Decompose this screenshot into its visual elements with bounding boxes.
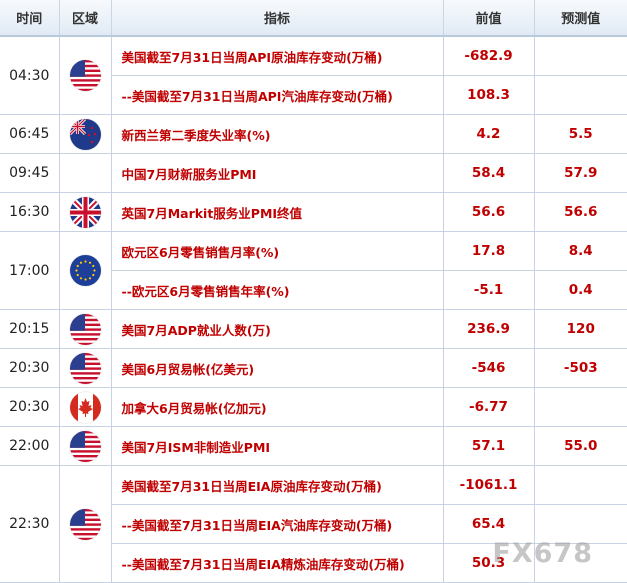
prev-value-cell: 108.3 bbox=[443, 75, 535, 115]
table-row: 17:00 欧元区6月零售销售月率(%) 17.8 8.4 bbox=[0, 231, 627, 310]
forecast-value-cell bbox=[534, 465, 627, 505]
time-cell: 20:30 bbox=[0, 348, 60, 388]
us-flag-icon bbox=[69, 508, 101, 540]
table-row: 22:00 美国7月ISM非制造业PMI 57.1 55.0 bbox=[0, 426, 627, 466]
table-row: 20:30 美国6月贸易帐(亿美元) -546 -503 bbox=[0, 348, 627, 388]
forecast-value-cell: 57.9 bbox=[534, 153, 627, 193]
header-time: 时间 bbox=[0, 0, 60, 37]
region-cell bbox=[59, 309, 112, 349]
forecast-value-cell: 56.6 bbox=[534, 192, 627, 232]
eu-flag-icon bbox=[69, 255, 101, 286]
time-cell: 16:30 bbox=[0, 192, 60, 232]
forecast-value-cell: 55.0 bbox=[534, 426, 627, 466]
time-cell: 17:00 bbox=[0, 231, 60, 310]
prev-value-cell: -546 bbox=[443, 348, 535, 388]
region-cell bbox=[59, 36, 112, 115]
prev-value-cell: 57.1 bbox=[443, 426, 535, 466]
prev-value-cell: -5.1 bbox=[443, 270, 535, 310]
table-row: 04:30 美国截至7月31日当周API原油库存变动(万桶) -682.9 bbox=[0, 36, 627, 115]
region-cell bbox=[59, 465, 112, 583]
indicator-cell: 美国6月贸易帐(亿美元) bbox=[111, 348, 444, 388]
prev-value-cell: 56.6 bbox=[443, 192, 535, 232]
header-prev: 前值 bbox=[443, 0, 535, 37]
time-cell: 06:45 bbox=[0, 114, 60, 154]
table-row: 06:45 新西兰第二季度失业率(%) 4.2 5.5 bbox=[0, 114, 627, 154]
time-cell: 20:30 bbox=[0, 387, 60, 427]
prev-value-cell: -1061.1 bbox=[443, 465, 535, 505]
indicator-cell: 美国截至7月31日当周EIA原油库存变动(万桶) bbox=[111, 465, 444, 505]
indicator-cell: 美国7月ADP就业人数(万) bbox=[111, 309, 444, 349]
forecast-value-cell bbox=[534, 36, 627, 76]
forecast-value-cell bbox=[534, 75, 627, 115]
table-row: 20:15 美国7月ADP就业人数(万) 236.9 120 bbox=[0, 309, 627, 349]
indicator-cell: --美国截至7月31日当周EIA汽油库存变动(万桶) bbox=[111, 504, 444, 544]
us-flag-icon bbox=[69, 430, 101, 462]
time-cell: 20:15 bbox=[0, 309, 60, 349]
prev-value-cell: -682.9 bbox=[443, 36, 535, 76]
indicator-cell: 美国7月ISM非制造业PMI bbox=[111, 426, 444, 466]
forecast-value-cell: 0.4 bbox=[534, 270, 627, 310]
header-forecast: 预测值 bbox=[534, 0, 627, 37]
prev-value-cell: 58.4 bbox=[443, 153, 535, 193]
table-row: 20:30 加拿大6月贸易帐(亿加元) -6.77 bbox=[0, 387, 627, 427]
region-cell bbox=[59, 153, 112, 193]
ca-flag-icon bbox=[69, 391, 101, 423]
indicator-cell: 欧元区6月零售销售月率(%) bbox=[111, 231, 444, 271]
indicator-cell: 英国7月Markit服务业PMI终值 bbox=[111, 192, 444, 232]
header-indicator: 指标 bbox=[111, 0, 444, 37]
us-flag-icon bbox=[69, 60, 101, 91]
time-cell: 22:30 bbox=[0, 465, 60, 583]
time-cell: 22:00 bbox=[0, 426, 60, 466]
watermark-logo: FX678 bbox=[492, 538, 593, 569]
region-cell bbox=[59, 426, 112, 466]
forecast-value-cell: 5.5 bbox=[534, 114, 627, 154]
prev-value-cell: 4.2 bbox=[443, 114, 535, 154]
time-cell: 04:30 bbox=[0, 36, 60, 115]
forecast-value-cell: 120 bbox=[534, 309, 627, 349]
economic-calendar-table: 时间 区域 指标 前值 预测值 04:30 美国截至7月31日当周API原油库存变… bbox=[0, 0, 627, 583]
table-body: 04:30 美国截至7月31日当周API原油库存变动(万桶) -682.9 --美国截… bbox=[0, 36, 627, 583]
nz-flag-icon bbox=[69, 118, 101, 150]
indicator-cell: 中国7月财新服务业PMI bbox=[111, 153, 444, 193]
indicator-cell: 美国截至7月31日当周API原油库存变动(万桶) bbox=[111, 36, 444, 76]
forecast-value-cell: -503 bbox=[534, 348, 627, 388]
forecast-value-cell: 8.4 bbox=[534, 231, 627, 271]
indicator-cell: 新西兰第二季度失业率(%) bbox=[111, 114, 444, 154]
forecast-value-cell bbox=[534, 387, 627, 427]
header-row: 时间 区域 指标 前值 预测值 bbox=[0, 0, 627, 37]
indicator-cell: --美国截至7月31日当周EIA精炼油库存变动(万桶) bbox=[111, 543, 444, 583]
calendar-page: 时间 区域 指标 前值 预测值 04:30 美国截至7月31日当周API原油库存变… bbox=[0, 0, 627, 583]
table-row: 16:30 英国7月Markit服务业PMI终值 56.6 56.6 bbox=[0, 192, 627, 232]
uk-flag-icon bbox=[69, 196, 101, 228]
table-row: 09:45 中国7月财新服务业PMI 58.4 57.9 bbox=[0, 153, 627, 193]
us-flag-icon bbox=[69, 313, 101, 345]
time-cell: 09:45 bbox=[0, 153, 60, 193]
table-row: 22:30 美国截至7月31日当周EIA原油库存变动(万桶) -1061.1 bbox=[0, 465, 627, 583]
prev-value-cell: 17.8 bbox=[443, 231, 535, 271]
indicator-cell: --美国截至7月31日当周API汽油库存变动(万桶) bbox=[111, 75, 444, 115]
indicator-cell: --欧元区6月零售销售年率(%) bbox=[111, 270, 444, 310]
region-cell bbox=[59, 231, 112, 310]
us-flag-icon bbox=[69, 352, 101, 384]
indicator-cell: 加拿大6月贸易帐(亿加元) bbox=[111, 387, 444, 427]
prev-value-cell: -6.77 bbox=[443, 387, 535, 427]
region-cell bbox=[59, 114, 112, 154]
prev-value-cell: 236.9 bbox=[443, 309, 535, 349]
region-cell bbox=[59, 348, 112, 388]
header-region: 区域 bbox=[59, 0, 112, 37]
region-cell bbox=[59, 192, 112, 232]
region-cell bbox=[59, 387, 112, 427]
